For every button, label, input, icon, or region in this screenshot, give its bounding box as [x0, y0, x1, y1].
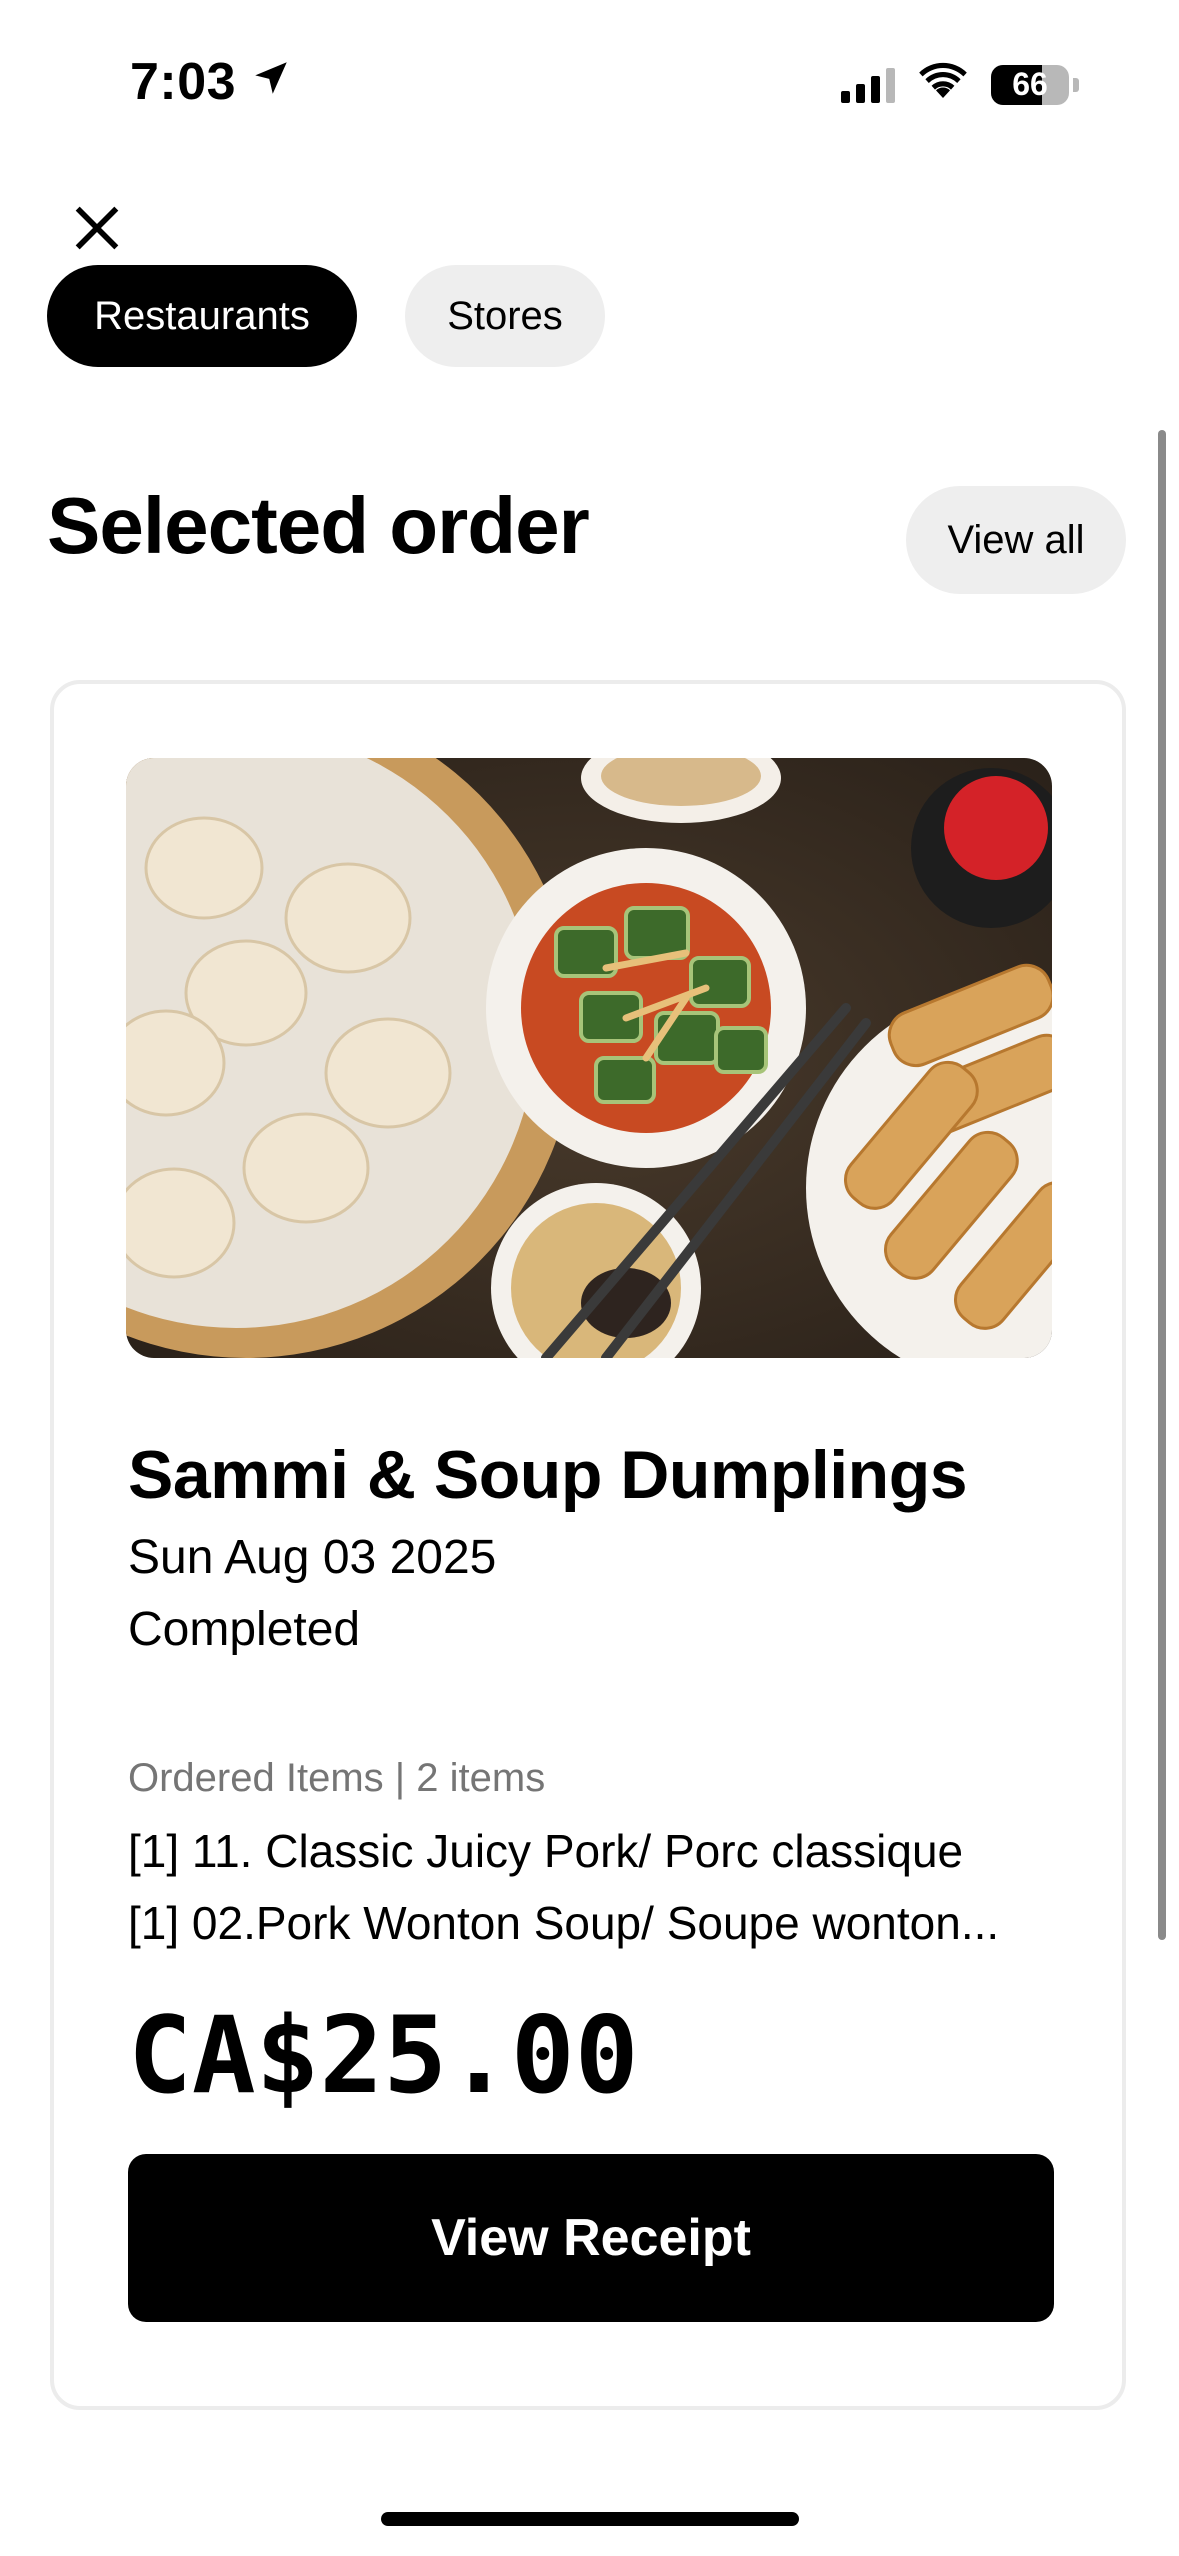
battery-label: 66 [1012, 66, 1048, 102]
section-title: Selected order [47, 481, 590, 570]
chip-stores[interactable]: Stores [405, 265, 605, 367]
battery-icon: 66 [991, 64, 1069, 105]
view-all-button[interactable]: View all [906, 486, 1126, 594]
home-indicator[interactable] [381, 2512, 799, 2526]
order-status: Completed [128, 1603, 361, 1656]
order-total: CA$25.00 [128, 1994, 639, 2117]
wifi-icon [917, 62, 969, 107]
restaurant-name: Sammi & Soup Dumplings [128, 1437, 968, 1513]
view-receipt-label: View Receipt [431, 2209, 751, 2267]
view-receipt-button[interactable]: View Receipt [128, 2154, 1054, 2322]
status-bar: 7:03 66 [0, 0, 1179, 170]
close-button[interactable] [62, 195, 132, 265]
view-all-label: View all [947, 517, 1085, 562]
status-time-label: 7:03 [130, 53, 237, 111]
ordered-item: [1] 02.Pork Wonton Soup/ Soupe wonton... [128, 1897, 1000, 1949]
chip-restaurants-label: Restaurants [94, 293, 310, 338]
location-arrow-icon [250, 52, 292, 112]
battery-tip [1073, 77, 1079, 92]
restaurant-image [126, 758, 1052, 1358]
scrollbar[interactable] [1158, 430, 1166, 1940]
order-card: Sammi & Soup Dumplings Sun Aug 03 2025 C… [50, 680, 1126, 2410]
status-indicators: 66 [841, 62, 1079, 107]
chip-restaurants[interactable]: Restaurants [47, 265, 357, 367]
cellular-signal-icon [841, 67, 895, 103]
status-time: 7:03 [130, 52, 292, 112]
order-date: Sun Aug 03 2025 [128, 1531, 497, 1584]
close-icon [71, 202, 123, 259]
ordered-item: [1] 11. Classic Juicy Pork/ Porc classiq… [128, 1825, 964, 1877]
chip-stores-label: Stores [447, 293, 563, 338]
ordered-items-header: Ordered Items | 2 items [128, 1756, 546, 1800]
